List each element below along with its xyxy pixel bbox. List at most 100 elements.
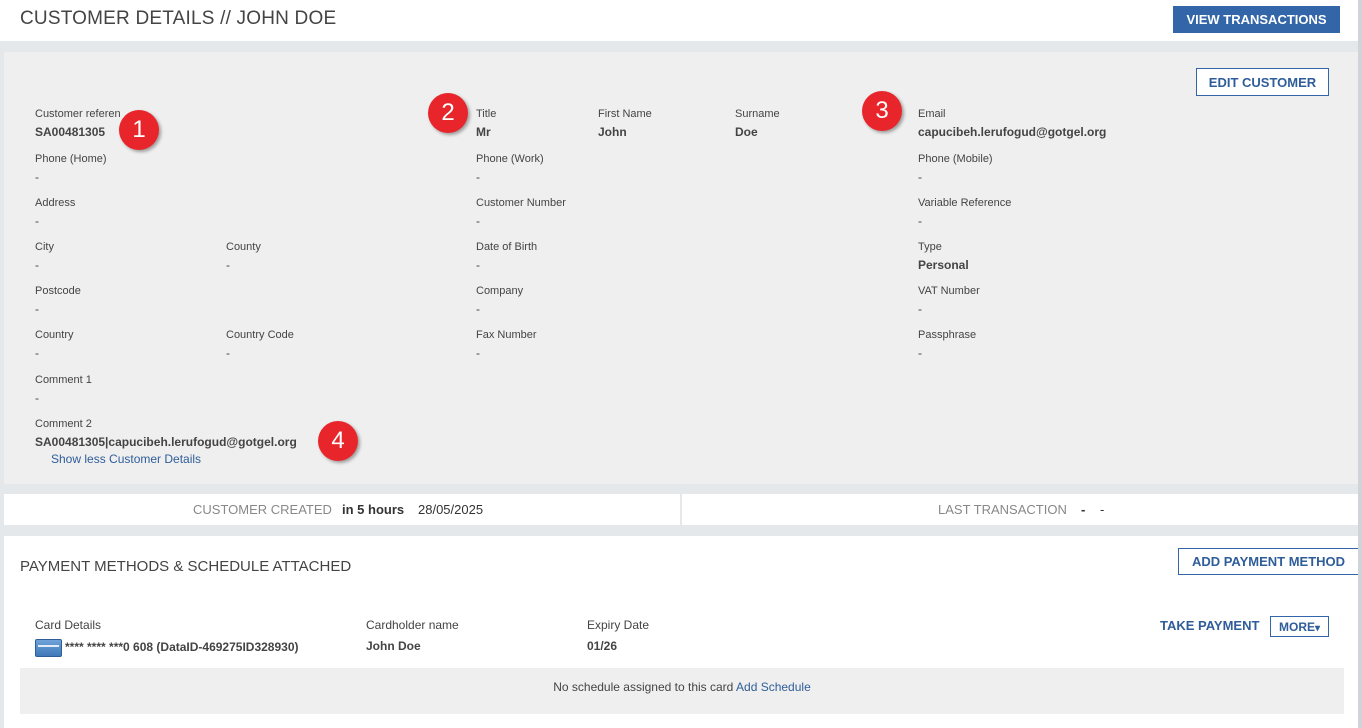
value: - xyxy=(35,170,39,184)
value: John xyxy=(598,125,627,139)
label: Variable Reference xyxy=(918,197,1012,209)
field-fax-number: Fax Number - xyxy=(476,329,537,360)
credit-card-icon xyxy=(35,639,62,657)
view-transactions-button[interactable]: VIEW TRANSACTIONS xyxy=(1173,6,1340,33)
value: - xyxy=(35,214,39,228)
field-customer-reference: Customer referen SA00481305 xyxy=(35,108,121,139)
label: City xyxy=(35,241,54,253)
value: - xyxy=(35,346,39,360)
no-schedule-text: No schedule assigned to this card xyxy=(553,680,734,694)
label: Country Code xyxy=(226,329,294,341)
value: capucibeh.lerufogud@gotgel.org xyxy=(918,125,1107,139)
label: County xyxy=(226,241,261,253)
value: - xyxy=(476,346,480,360)
field-comment-1: Comment 1 - xyxy=(35,374,92,405)
field-phone-home: Phone (Home) - xyxy=(35,153,107,184)
page-title: CUSTOMER DETAILS // JOHN DOE xyxy=(20,8,337,29)
value: SA00481305 xyxy=(35,125,106,139)
field-county: County - xyxy=(226,241,261,272)
customer-details-panel: EDIT CUSTOMER Customer referen SA0048130… xyxy=(4,52,1360,484)
value: - xyxy=(476,214,480,228)
customer-created-relative: in 5 hours xyxy=(342,502,405,517)
label: Phone (Mobile) xyxy=(918,153,993,165)
customer-stats-bar: CUSTOMER CREATED in 5 hours 28/05/2025 L… xyxy=(4,494,1360,525)
page-header: CUSTOMER DETAILS // JOHN DOE VIEW TRANSA… xyxy=(0,0,1358,41)
label: Company xyxy=(476,285,524,297)
value: Doe xyxy=(735,125,758,139)
last-transaction-label: LAST TRANSACTION xyxy=(938,502,1067,517)
label: Phone (Home) xyxy=(35,153,107,165)
label: Type xyxy=(918,241,942,253)
field-expiry-date: Expiry Date 01/26 xyxy=(587,618,650,654)
value: Personal xyxy=(918,258,969,272)
label: Customer Number xyxy=(476,197,566,209)
field-email: Email capucibeh.lerufogud@gotgel.org xyxy=(918,108,1106,139)
field-address: Address - xyxy=(35,197,75,228)
take-payment-button[interactable]: TAKE PAYMENT xyxy=(1160,618,1259,633)
field-variable-reference: Variable Reference - xyxy=(918,197,1011,228)
more-label: MORE xyxy=(1278,619,1315,634)
schedule-row: No schedule assigned to this card Add Sc… xyxy=(20,668,1344,714)
value: SA00481305|capucibeh.lerufogud@gotgel.or… xyxy=(35,435,297,449)
label: Address xyxy=(35,197,76,209)
value: - xyxy=(476,258,480,272)
field-country: Country - xyxy=(35,329,74,360)
value: - xyxy=(476,170,480,184)
label: First Name xyxy=(598,108,652,120)
page-scrollbar[interactable] xyxy=(1358,0,1362,728)
field-surname: Surname Doe xyxy=(735,108,780,139)
value: John Doe xyxy=(366,639,421,653)
field-phone-work: Phone (Work) - xyxy=(476,153,544,184)
add-payment-method-button[interactable]: ADD PAYMENT METHOD xyxy=(1178,548,1359,575)
value: - xyxy=(476,302,480,316)
last-transaction-relative: - xyxy=(1081,502,1086,517)
field-type: Type Personal xyxy=(918,241,969,272)
customer-created-date: 28/05/2025 xyxy=(418,502,484,517)
field-country-code: Country Code - xyxy=(226,329,294,360)
label: Title xyxy=(476,108,497,120)
more-dropdown-button[interactable]: MORE▾ xyxy=(1270,616,1329,637)
field-title: Title Mr xyxy=(476,108,496,139)
field-phone-mobile: Phone (Mobile) - xyxy=(918,153,993,184)
value: 01/26 xyxy=(587,639,618,653)
label: Date of Birth xyxy=(476,241,538,253)
field-postcode: Postcode - xyxy=(35,285,81,316)
annotation-marker-3: 3 xyxy=(862,91,902,131)
customer-created-label: CUSTOMER CREATED xyxy=(193,502,332,517)
card-number-value: **** **** ***0 608 (DataID-469275ID32893… xyxy=(65,640,299,654)
label: Email xyxy=(918,108,946,120)
payment-section-title: PAYMENT METHODS & SCHEDULE ATTACHED xyxy=(20,558,352,575)
value: Mr xyxy=(476,125,491,139)
value: - xyxy=(226,346,230,360)
chevron-down-icon: ▾ xyxy=(1314,622,1321,634)
last-transaction-date: - xyxy=(1100,502,1105,517)
value: - xyxy=(35,391,39,405)
label: Country xyxy=(35,329,74,341)
annotation-marker-4: 4 xyxy=(318,421,358,461)
label: Surname xyxy=(735,108,780,120)
label: Postcode xyxy=(35,285,81,297)
value: - xyxy=(226,258,230,272)
add-schedule-link[interactable]: Add Schedule xyxy=(736,680,811,694)
value: - xyxy=(918,214,922,228)
label: Comment 1 xyxy=(35,374,92,386)
annotation-marker-2: 2 xyxy=(428,93,468,133)
payment-methods-panel: PAYMENT METHODS & SCHEDULE ATTACHED ADD … xyxy=(4,536,1360,728)
field-date-of-birth: Date of Birth - xyxy=(476,241,537,272)
field-vat-number: VAT Number - xyxy=(918,285,980,316)
value: - xyxy=(918,302,922,316)
field-company: Company - xyxy=(476,285,523,316)
label: VAT Number xyxy=(918,285,980,297)
field-customer-number: Customer Number - xyxy=(476,197,566,228)
show-less-details-link[interactable]: Show less Customer Details xyxy=(51,452,201,466)
label: Fax Number xyxy=(476,329,537,341)
edit-customer-button[interactable]: EDIT CUSTOMER xyxy=(1196,68,1329,96)
field-city: City - xyxy=(35,241,54,272)
label: Card Details xyxy=(35,618,102,632)
field-cardholder-name: Cardholder name John Doe xyxy=(366,619,459,654)
annotation-marker-1: 1 xyxy=(119,110,159,150)
value: - xyxy=(918,170,922,184)
field-first-name: First Name John xyxy=(598,108,652,139)
field-passphrase: Passphrase - xyxy=(918,329,976,360)
label: Expiry Date xyxy=(587,618,650,632)
